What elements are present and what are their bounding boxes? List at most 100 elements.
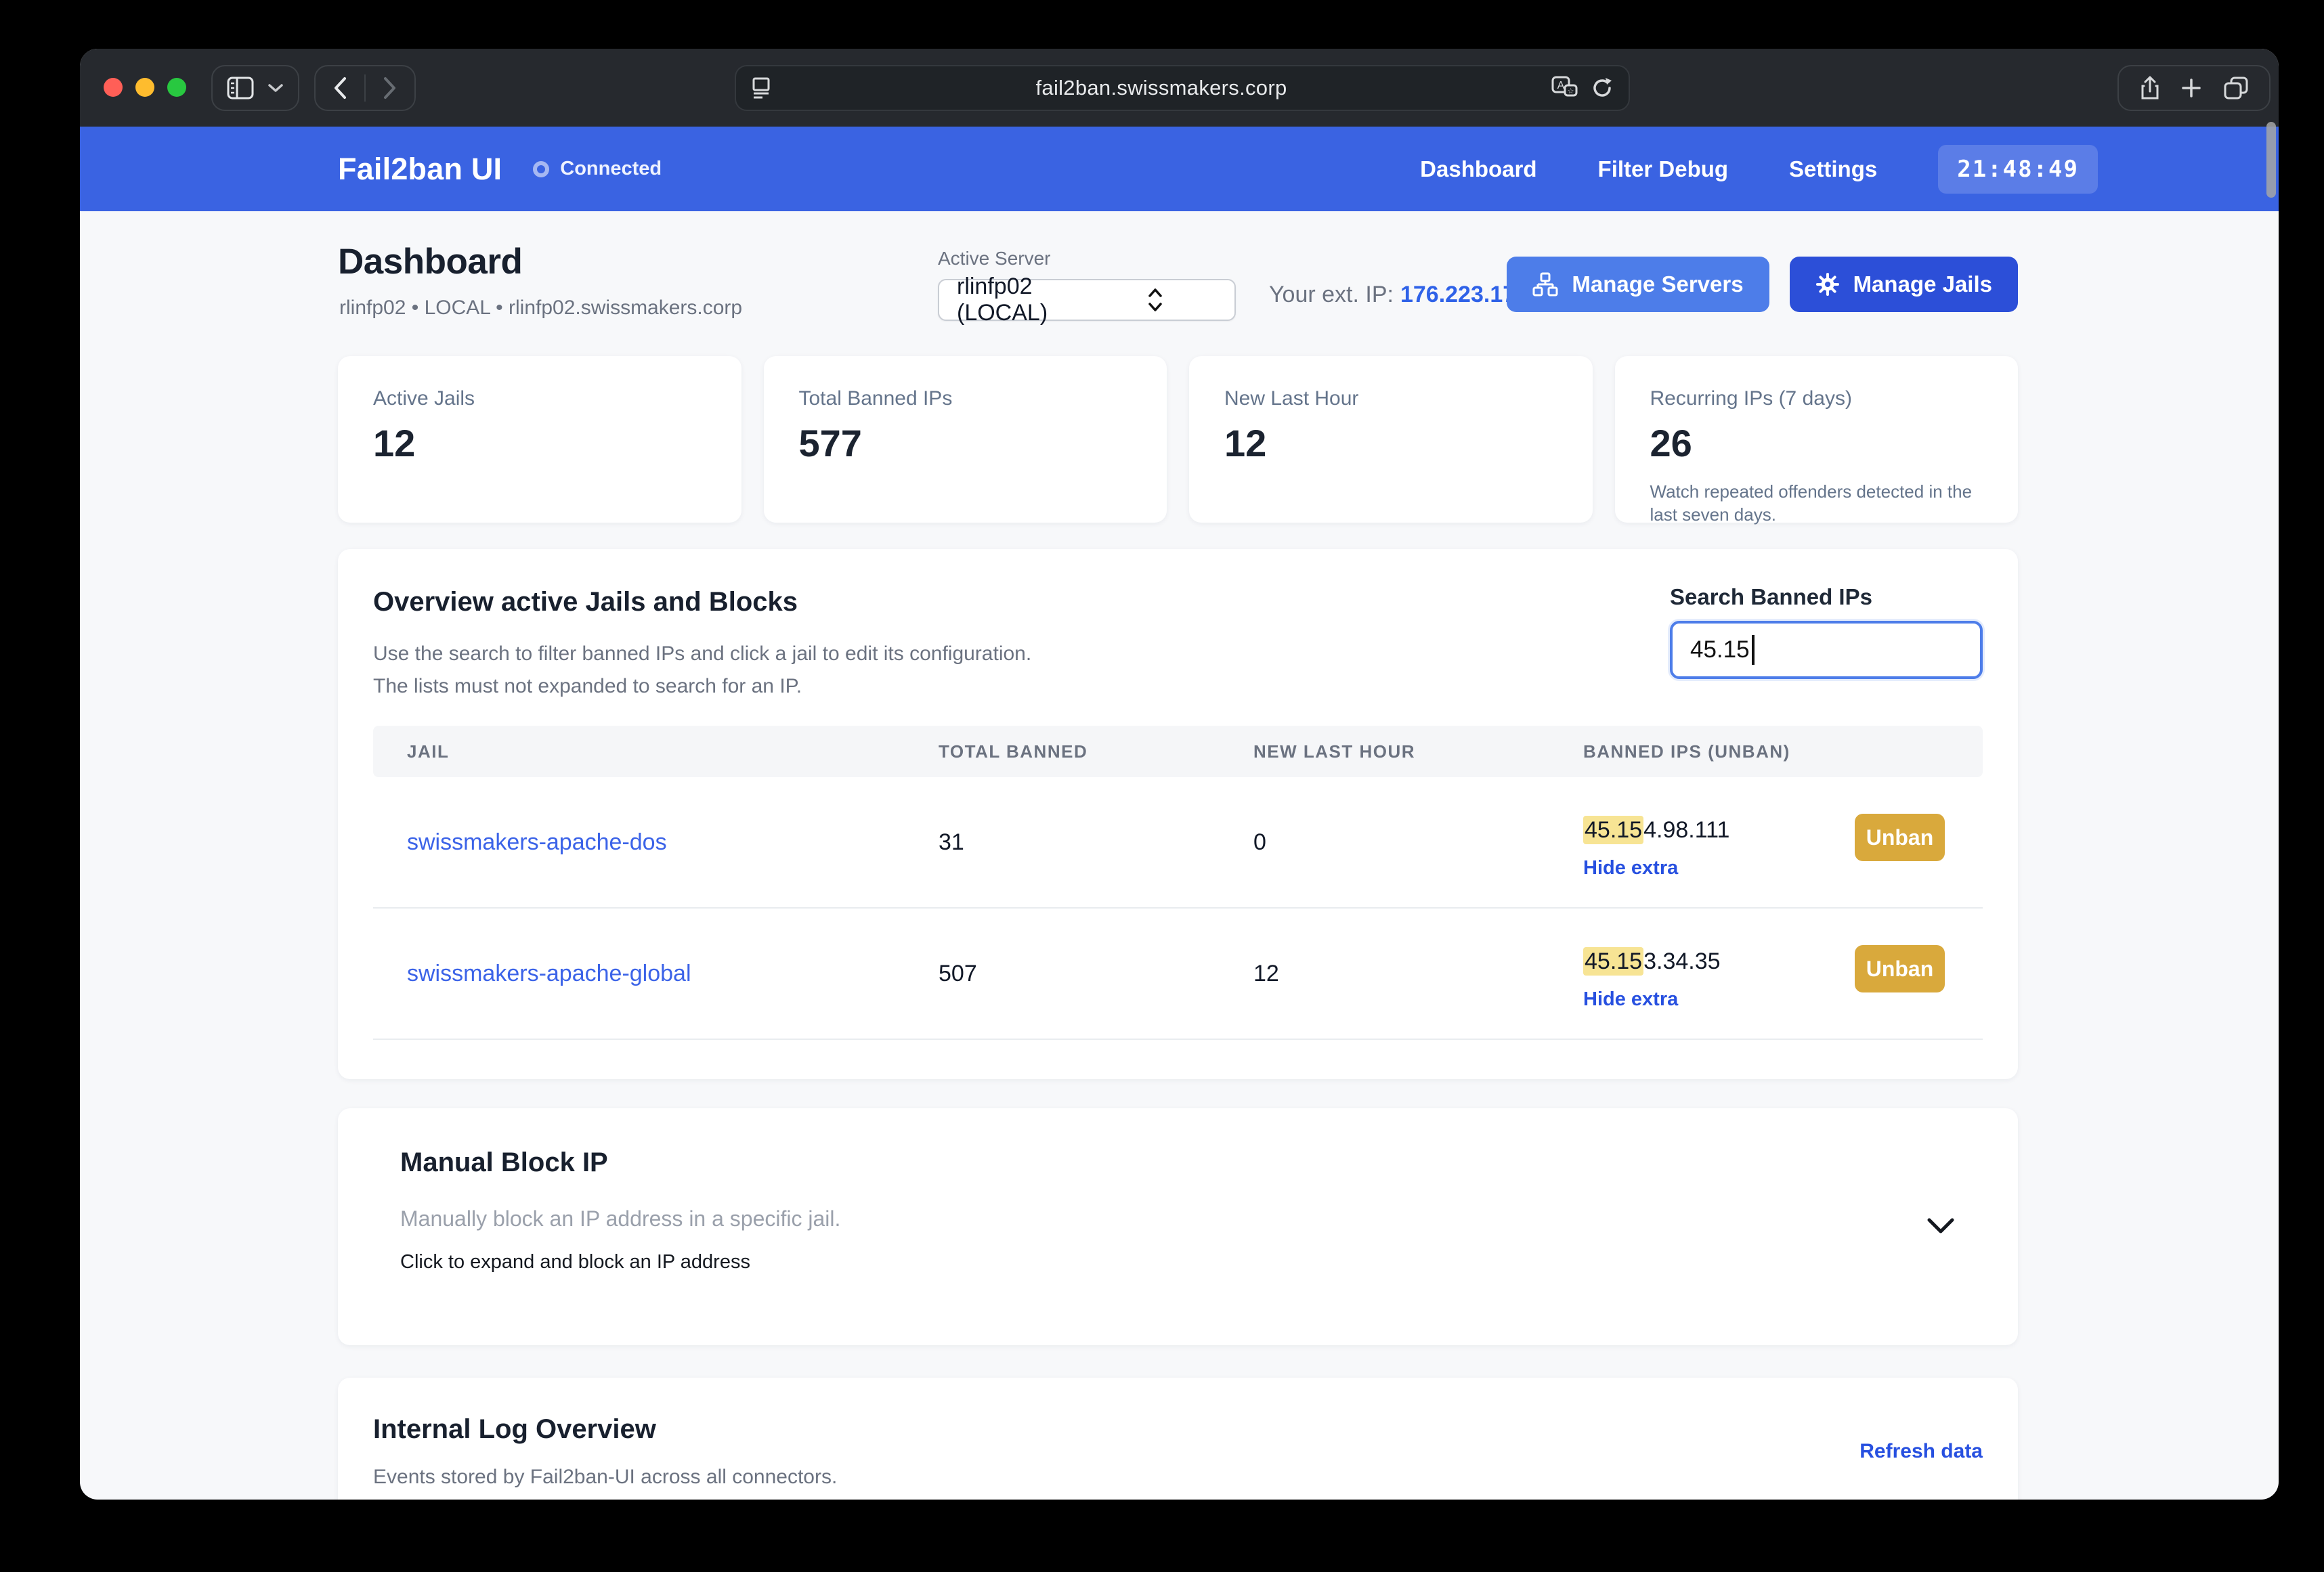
sitemap-icon [1532, 272, 1558, 297]
total-banned-value: 31 [939, 829, 964, 855]
ip-rest: 4.98.111 [1643, 817, 1730, 843]
manage-jails-label: Manage Jails [1853, 271, 1992, 297]
browser-scrollbar-thumb[interactable] [2266, 122, 2276, 198]
page-subtitle: rlinfp02 • LOCAL • rlinfp02.swissmakers.… [339, 297, 743, 319]
stat-card-new-last-hour: New Last Hour 12 [1189, 356, 1593, 523]
table-row: swissmakers-apache-global 507 12 45.153.… [373, 909, 1983, 1040]
stat-value: 12 [1224, 422, 1267, 464]
stat-label: Active Jails [373, 387, 475, 410]
app-nav: Dashboard Filter Debug Settings 21:48:49 [1420, 144, 2098, 194]
browser-window: fail2ban.swissmakers.corp A ☆ Fail2ban UI [80, 49, 2279, 1500]
gear-icon [1815, 272, 1840, 297]
manage-servers-label: Manage Servers [1572, 271, 1744, 297]
ip-search-match: 45.15 [1583, 947, 1644, 976]
toolbar-divider [364, 74, 366, 102]
col-banned-ips: BANNED IPS (UNBAN) [1583, 741, 1790, 762]
nav-filter-debug[interactable]: Filter Debug [1598, 156, 1729, 182]
zoom-window-button[interactable] [167, 78, 186, 97]
banned-ip: 45.153.34.35 [1583, 945, 1855, 978]
manual-block-title: Manual Block IP [400, 1148, 608, 1177]
jail-link[interactable]: swissmakers-apache-global [407, 961, 691, 986]
unban-button[interactable]: Unban [1855, 945, 1945, 992]
reload-icon[interactable] [1591, 76, 1614, 100]
sidebar-toggle-group [211, 65, 299, 111]
back-icon[interactable] [332, 76, 348, 100]
table-row: swissmakers-apache-dos 31 0 45.154.98.11… [373, 777, 1983, 909]
forward-icon[interactable] [382, 76, 398, 100]
connected-status-label: Connected [560, 158, 662, 179]
refresh-data-link[interactable]: Refresh data [1859, 1440, 1983, 1463]
active-server-label: Active Server [938, 248, 1051, 269]
history-nav-group [314, 65, 416, 111]
overview-panel: Overview active Jails and Blocks Use the… [338, 549, 2018, 1079]
sidebar-toggle-icon[interactable] [227, 77, 254, 100]
search-input-value: 45.15 [1690, 636, 1750, 663]
connection-status: Connected [533, 158, 662, 180]
stat-card-total-banned: Total Banned IPs 577 [763, 356, 1167, 523]
new-last-hour-value: 0 [1253, 829, 1266, 855]
header-clock: 21:48:49 [1938, 144, 2098, 194]
url-text: fail2ban.swissmakers.corp [1035, 76, 1287, 100]
col-total-banned: TOTAL BANNED [939, 741, 1088, 762]
internal-log-title: Internal Log Overview [373, 1414, 656, 1444]
jails-table: JAIL TOTAL BANNED NEW LAST HOUR BANNED I… [373, 726, 1983, 1040]
hide-extra-link[interactable]: Hide extra [1583, 857, 1855, 879]
hide-extra-link[interactable]: Hide extra [1583, 988, 1855, 1011]
stat-card-active-jails: Active Jails 12 [338, 356, 741, 523]
translate-icon[interactable]: A ☆ [1551, 76, 1578, 100]
ip-search-match: 45.15 [1583, 816, 1644, 844]
chevron-down-icon[interactable] [1926, 1217, 1956, 1236]
stat-label: New Last Hour [1224, 387, 1359, 410]
svg-text:A: A [1557, 80, 1565, 91]
stat-value: 26 [1650, 422, 1692, 464]
internal-log-desc: Events stored by Fail2ban-UI across all … [373, 1466, 838, 1488]
jails-table-header: JAIL TOTAL BANNED NEW LAST HOUR BANNED I… [373, 726, 1983, 777]
app-header: Fail2ban UI Connected Dashboard Filter D… [80, 127, 2279, 211]
stat-label: Total Banned IPs [798, 387, 953, 410]
close-window-button[interactable] [104, 78, 123, 97]
active-server-select[interactable]: rlinfp02 (LOCAL) [938, 274, 1236, 326]
manual-block-hint: Click to expand and block an IP address [400, 1251, 750, 1273]
col-new-last-hour: NEW LAST HOUR [1253, 741, 1416, 762]
active-server-value: rlinfp02 (LOCAL) [957, 274, 1048, 326]
share-icon[interactable] [2140, 75, 2160, 101]
nav-dashboard[interactable]: Dashboard [1420, 156, 1536, 182]
banned-ip-stack: 45.154.98.111 Hide extra [1583, 814, 1855, 879]
manual-block-desc: Manually block an IP address in a specif… [400, 1206, 841, 1231]
sidebar-chevron-down-icon[interactable] [267, 83, 284, 93]
ip-rest: 3.34.35 [1643, 948, 1721, 974]
stat-label: Recurring IPs (7 days) [1650, 387, 1852, 410]
page-title: Dashboard [338, 242, 523, 282]
manual-block-panel[interactable]: Manual Block IP Manually block an IP add… [338, 1108, 2018, 1345]
external-ip-label: Your ext. IP: [1269, 282, 1394, 307]
minimize-window-button[interactable] [135, 78, 154, 97]
internal-log-panel: Internal Log Overview Events stored by F… [338, 1378, 2018, 1500]
page-content: Dashboard rlinfp02 • LOCAL • rlinfp02.sw… [80, 211, 2279, 1500]
unban-button[interactable]: Unban [1855, 814, 1945, 861]
new-tab-icon[interactable] [2180, 77, 2202, 99]
active-server-block: Active Server rlinfp02 (LOCAL) [938, 248, 1236, 326]
browser-toolbar: fail2ban.swissmakers.corp A ☆ [80, 49, 2279, 127]
stat-note: Watch repeated offenders detected in the… [1650, 481, 1973, 525]
new-last-hour-value: 12 [1253, 960, 1279, 986]
header-buttons: Manage Servers Manage Jails [1507, 257, 2018, 312]
text-caret [1751, 635, 1755, 665]
connected-status-icon [533, 160, 550, 177]
reader-icon[interactable] [751, 77, 771, 100]
select-chevrons-icon [1089, 286, 1221, 313]
svg-text:☆: ☆ [1568, 87, 1574, 95]
stat-card-recurring-ips: Recurring IPs (7 days) 26 Watch repeated… [1614, 356, 2018, 525]
search-banned-ips-label: Search Banned IPs [1670, 584, 1872, 609]
toolbar-actions-group [2117, 65, 2271, 111]
stat-value: 577 [798, 422, 862, 464]
nav-settings[interactable]: Settings [1789, 156, 1877, 182]
banned-ip-stack: 45.153.34.35 Hide extra [1583, 945, 1855, 1011]
search-banned-ips-input[interactable]: 45.15 [1670, 621, 1983, 679]
page-header-row: Dashboard rlinfp02 • LOCAL • rlinfp02.sw… [338, 211, 2018, 356]
manage-jails-button[interactable]: Manage Jails [1789, 257, 2018, 312]
address-bar[interactable]: fail2ban.swissmakers.corp A ☆ [735, 65, 1630, 111]
total-banned-value: 507 [939, 960, 977, 986]
manage-servers-button[interactable]: Manage Servers [1507, 257, 1769, 312]
tabs-overview-icon[interactable] [2223, 76, 2249, 100]
jail-link[interactable]: swissmakers-apache-dos [407, 829, 667, 855]
